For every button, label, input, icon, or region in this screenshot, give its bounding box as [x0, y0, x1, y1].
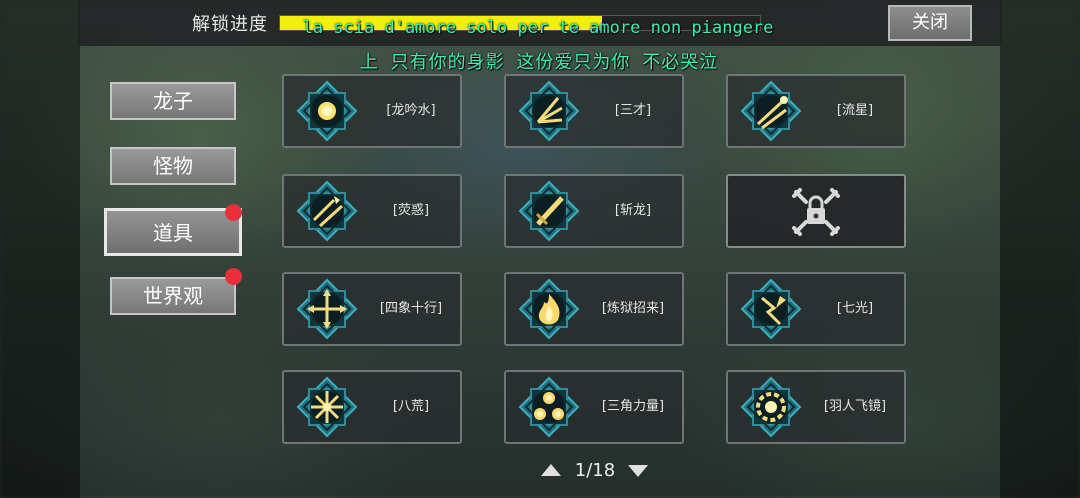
- tab-world-view-badge: [225, 268, 242, 285]
- item-label: [三角力量]: [601, 399, 665, 414]
- item-label: [荧惑]: [392, 203, 430, 218]
- previous-page-icon[interactable]: [541, 464, 561, 476]
- orb-icon: [297, 81, 357, 141]
- burst-icon: [297, 377, 357, 437]
- flame-icon: [519, 279, 579, 339]
- subtitle-line-2: 上 只有你的身影 这份爱只为你 不必哭泣: [359, 52, 719, 73]
- next-page-icon[interactable]: [628, 465, 648, 477]
- item-label: [羽人飞镜]: [823, 399, 887, 414]
- light-bolt-icon: [741, 279, 801, 339]
- tab-items-badge: [225, 204, 242, 221]
- left-letterbox: [0, 0, 80, 498]
- tab-monster[interactable]: 怪物: [110, 147, 236, 185]
- fire-arrows-icon: [297, 181, 357, 241]
- cross-arrows-icon: [297, 279, 357, 339]
- item-card[interactable]: [龙吟水]: [282, 74, 462, 148]
- item-card[interactable]: [荧惑]: [282, 174, 462, 248]
- page-indicator: 1/18: [574, 460, 616, 481]
- right-letterbox: [1000, 0, 1080, 498]
- locked-item-card[interactable]: [726, 174, 906, 248]
- meteor-icon: [741, 81, 801, 141]
- item-label: [四象十行]: [379, 301, 443, 316]
- item-card[interactable]: [三角力量]: [504, 370, 684, 444]
- item-card[interactable]: [三才]: [504, 74, 684, 148]
- sword-icon: [519, 181, 579, 241]
- item-card[interactable]: [斩龙]: [504, 174, 684, 248]
- lock-icon: [792, 188, 840, 236]
- subtitle-line-1: la scia d'amore solo per te amore non pi…: [302, 18, 774, 38]
- pagination: 1/18: [0, 460, 1080, 484]
- item-label: [三才]: [614, 103, 652, 118]
- three-orbs-icon: [519, 377, 579, 437]
- item-card[interactable]: [八荒]: [282, 370, 462, 444]
- tab-world-view[interactable]: 世界观: [110, 277, 236, 315]
- item-card[interactable]: [七光]: [726, 272, 906, 346]
- triple-arrow-icon: [519, 81, 579, 141]
- sun-disc-icon: [741, 377, 801, 437]
- tab-dragon-son[interactable]: 龙子: [110, 82, 236, 120]
- item-label: [流星]: [836, 103, 874, 118]
- item-label: [七光]: [836, 301, 874, 316]
- item-label: [八荒]: [392, 399, 430, 414]
- item-card[interactable]: [四象十行]: [282, 272, 462, 346]
- tab-items[interactable]: 道具: [104, 208, 242, 256]
- item-label: [炼狱招来]: [601, 301, 665, 316]
- item-card[interactable]: [炼狱招来]: [504, 272, 684, 346]
- item-label: [斩龙]: [614, 203, 652, 218]
- item-label: [龙吟水]: [386, 103, 436, 118]
- item-card[interactable]: [羽人飞镜]: [726, 370, 906, 444]
- item-card[interactable]: [流星]: [726, 74, 906, 148]
